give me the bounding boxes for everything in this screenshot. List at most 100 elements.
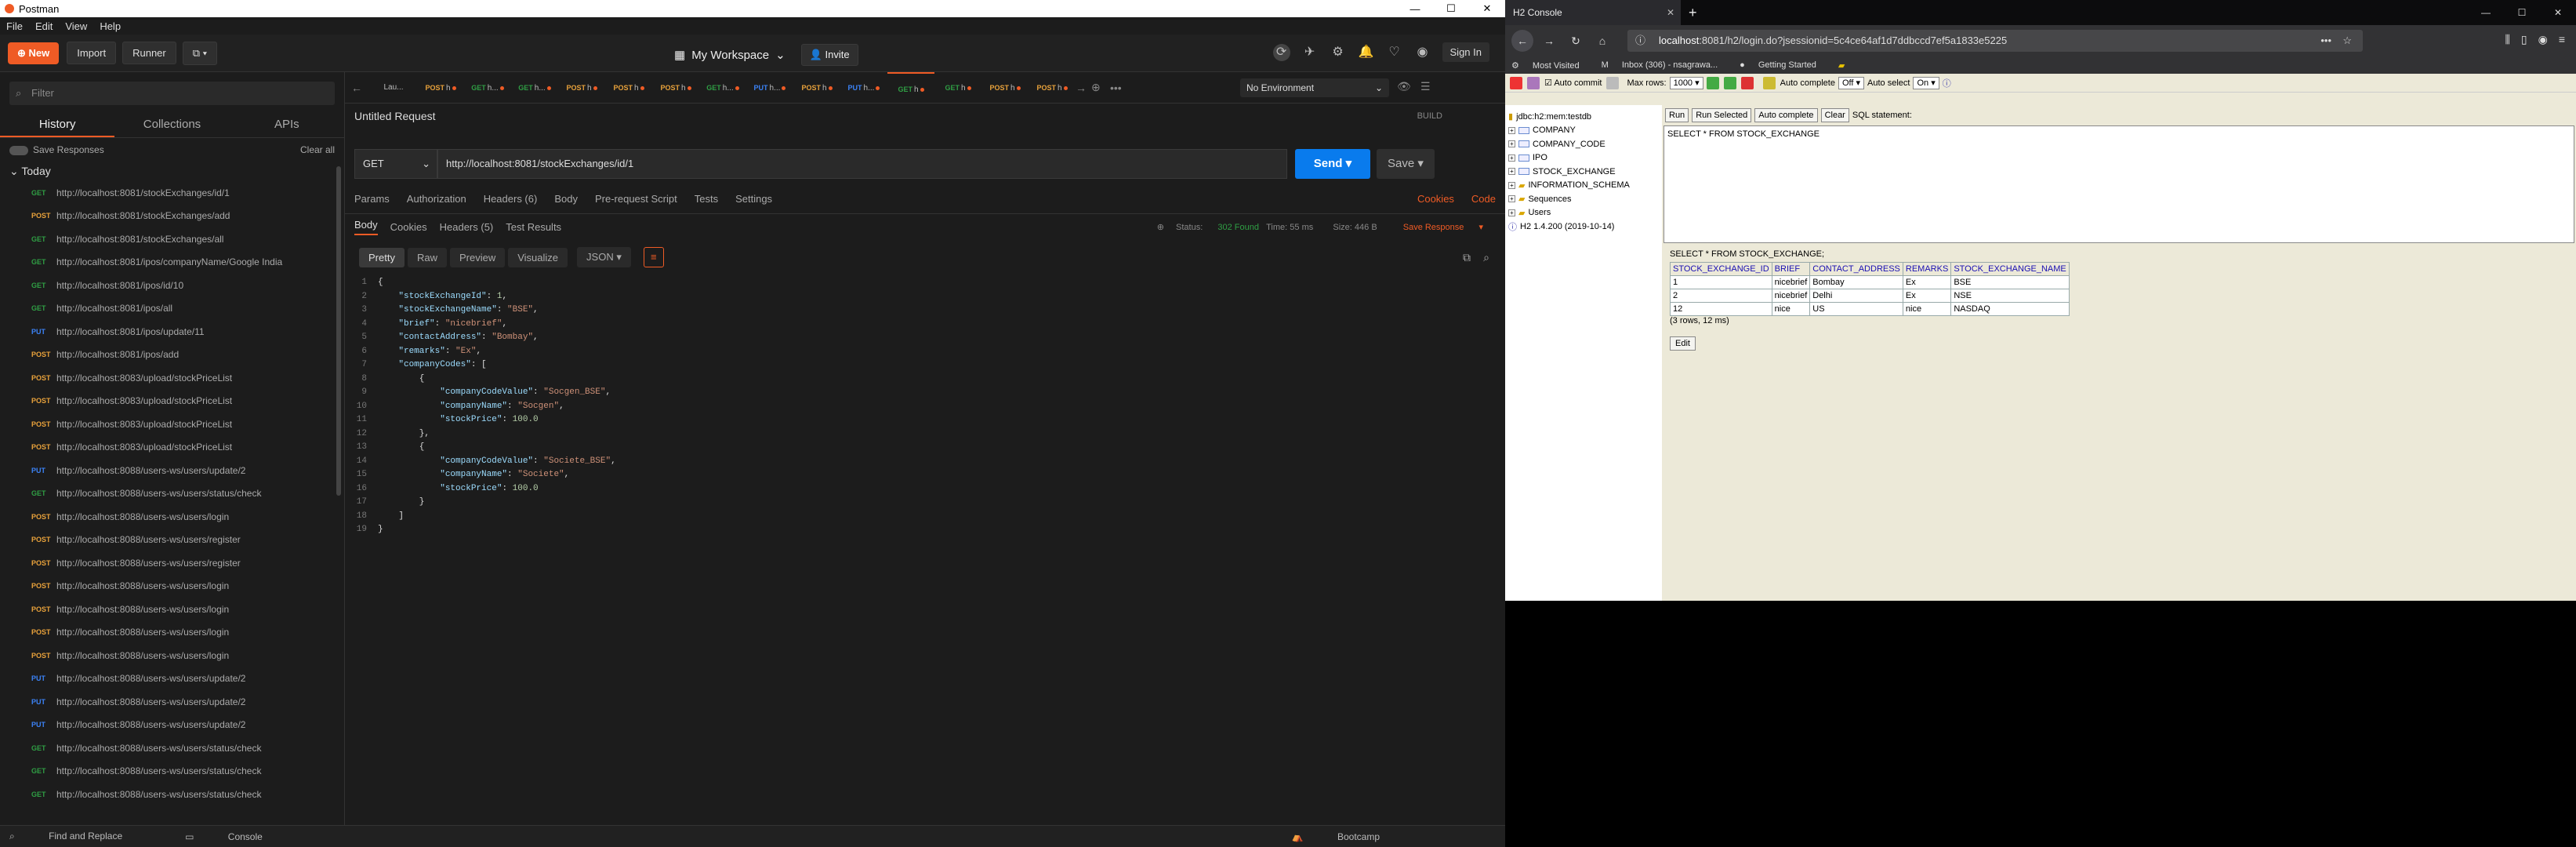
library-icon[interactable]: ⫼ bbox=[2505, 33, 2509, 46]
tab-response-cookies[interactable]: Cookies bbox=[390, 221, 427, 233]
console-button[interactable]: ▭ Console bbox=[185, 831, 294, 842]
tree-item-db[interactable]: ▮ jdbc:h2:mem:testdb bbox=[1508, 110, 1659, 124]
import-button[interactable]: Import bbox=[67, 42, 117, 64]
max-rows-select[interactable]: 1000 ▾ bbox=[1669, 76, 1703, 89]
cookies-link[interactable]: Cookies bbox=[1417, 188, 1454, 210]
bookmark-getting-started[interactable]: ● Getting Started bbox=[1740, 60, 1827, 70]
tree-item-folder[interactable]: + ▰ Sequences bbox=[1508, 192, 1659, 206]
minimize-button[interactable]: — bbox=[1397, 3, 1433, 15]
url-input[interactable]: http://localhost:8081/stockExchanges/id/… bbox=[437, 149, 1287, 179]
tabs-right-arrow-icon[interactable]: → bbox=[1076, 82, 1091, 94]
tab-history[interactable]: History bbox=[0, 111, 115, 137]
profile-icon[interactable]: ◉ bbox=[1414, 44, 1431, 61]
notifications-icon[interactable]: 🔔 bbox=[1358, 44, 1375, 61]
tab-test-results[interactable]: Test Results bbox=[506, 221, 561, 233]
request-tab[interactable]: GET h... bbox=[699, 72, 746, 104]
tabs-left-arrow-icon[interactable]: ← bbox=[351, 82, 370, 94]
tab-response-body[interactable]: Body bbox=[354, 219, 378, 235]
satellite-icon[interactable]: ✈ bbox=[1301, 44, 1319, 61]
history-item[interactable]: POST http://localhost:8088/users-ws/users… bbox=[0, 505, 344, 529]
refresh-icon[interactable] bbox=[1527, 76, 1540, 89]
column-header[interactable]: BRIEF bbox=[1771, 262, 1811, 276]
menu-edit[interactable]: Edit bbox=[29, 20, 59, 32]
environment-settings-icon[interactable]: ☰ bbox=[1420, 80, 1431, 93]
run-icon[interactable] bbox=[1706, 76, 1719, 89]
today-group[interactable]: ⌄ Today bbox=[0, 162, 344, 181]
tab-tests[interactable]: Tests bbox=[695, 188, 718, 210]
request-tab[interactable]: POST h bbox=[652, 72, 699, 104]
request-tab[interactable]: POST h bbox=[417, 72, 464, 104]
save-responses-toggle[interactable]: Save Responses bbox=[9, 144, 104, 155]
send-button[interactable]: Send ▾ bbox=[1295, 149, 1370, 179]
workspace-selector[interactable]: ▦ My Workspace ⌄ 👤 Invite bbox=[674, 44, 858, 66]
request-tab[interactable]: POST h bbox=[558, 72, 605, 104]
auto-complete-select[interactable]: Off ▾ bbox=[1838, 76, 1865, 89]
invite-button[interactable]: 👤 Invite bbox=[800, 44, 858, 66]
tab-collections[interactable]: Collections bbox=[114, 111, 229, 137]
bootcamp-button[interactable]: ⛺ Bootcamp bbox=[1292, 831, 1411, 842]
history-item[interactable]: PUT http://localhost:8088/users-ws/users/… bbox=[0, 690, 344, 714]
copy-icon[interactable]: ⧉ bbox=[1463, 251, 1471, 264]
history-item[interactable]: GET http://localhost:8081/stockExchanges/… bbox=[0, 227, 344, 251]
help-icon[interactable]: ⓘ bbox=[1943, 77, 1951, 89]
request-tab[interactable]: POST h bbox=[605, 72, 652, 104]
history-item[interactable]: POST http://localhost:8088/users-ws/users… bbox=[0, 621, 344, 645]
tab-settings[interactable]: Settings bbox=[735, 188, 772, 210]
tree-item-table[interactable]: + STOCK_EXCHANGE bbox=[1508, 165, 1659, 179]
rollback-icon[interactable] bbox=[1606, 76, 1620, 89]
clear-button[interactable]: Clear bbox=[1820, 108, 1849, 122]
tree-item-info[interactable]: ⓘ H2 1.4.200 (2019-10-14) bbox=[1508, 220, 1659, 234]
menu-icon[interactable]: ≡ bbox=[2559, 33, 2565, 46]
eye-icon[interactable]: 👁 bbox=[1397, 80, 1411, 93]
address-bar[interactable]: ⓘ localhost:8081/h2/login.do?jsessionid=… bbox=[1627, 30, 2363, 52]
back-icon[interactable]: ← bbox=[1511, 30, 1533, 52]
history-item[interactable]: POST http://localhost:8088/users-ws/users… bbox=[0, 529, 344, 552]
save-response-button[interactable]: Save Response bbox=[1403, 223, 1464, 232]
close-button[interactable]: ✕ bbox=[2540, 0, 2576, 25]
more-tabs-icon[interactable]: ••• bbox=[1110, 82, 1129, 94]
tab-response-headers[interactable]: Headers (5) bbox=[440, 221, 494, 233]
close-button[interactable]: ✕ bbox=[1469, 2, 1505, 15]
close-tab-icon[interactable]: ✕ bbox=[1667, 0, 1674, 25]
clear-all-link[interactable]: Clear all bbox=[300, 144, 335, 155]
request-tab[interactable]: GET h bbox=[887, 71, 934, 104]
request-tab[interactable]: POST h bbox=[793, 72, 840, 104]
history-item[interactable]: POST http://localhost:8083/upload/stockPr… bbox=[0, 413, 344, 436]
request-tab[interactable]: GET h bbox=[934, 72, 981, 104]
page-actions-icon[interactable]: ••• bbox=[2320, 30, 2331, 52]
wrap-lines-icon[interactable]: ≡ bbox=[643, 247, 664, 267]
tab-params[interactable]: Params bbox=[354, 188, 390, 210]
auto-complete-button[interactable]: Auto complete bbox=[1754, 108, 1818, 122]
home-icon[interactable]: ⌂ bbox=[1591, 30, 1613, 52]
edit-button[interactable]: Edit bbox=[1670, 336, 1696, 351]
new-button[interactable]: ⊕ New bbox=[8, 42, 60, 64]
search-icon[interactable]: ⌕ bbox=[1483, 251, 1489, 264]
build-label[interactable]: BUILD bbox=[1417, 111, 1442, 121]
history-item[interactable]: GET http://localhost:8081/ipos/all bbox=[0, 297, 344, 321]
request-tab[interactable]: POST h bbox=[981, 72, 1029, 104]
maximize-button[interactable]: ☐ bbox=[1433, 2, 1469, 15]
find-replace-button[interactable]: ⌕ Find and Replace bbox=[9, 831, 154, 842]
auto-commit-checkbox[interactable]: ☑ Auto commit bbox=[1544, 78, 1602, 88]
save-button[interactable]: Save ▾ bbox=[1377, 149, 1435, 179]
history-item[interactable]: GET http://localhost:8081/stockExchanges/… bbox=[0, 181, 344, 205]
history-item[interactable]: POST http://localhost:8088/users-ws/users… bbox=[0, 644, 344, 667]
tree-item-folder[interactable]: + ▰ INFORMATION_SCHEMA bbox=[1508, 179, 1659, 193]
menu-file[interactable]: File bbox=[0, 20, 29, 32]
column-header[interactable]: STOCK_EXCHANGE_ID bbox=[1670, 262, 1772, 276]
format-select[interactable]: JSON ▾ bbox=[577, 247, 631, 267]
column-header[interactable]: REMARKS bbox=[1902, 262, 1952, 276]
menu-view[interactable]: View bbox=[59, 20, 93, 32]
tree-item-table[interactable]: + IPO bbox=[1508, 151, 1659, 165]
stop-icon[interactable] bbox=[1740, 76, 1754, 89]
tree-item-table[interactable]: + COMPANY_CODE bbox=[1508, 137, 1659, 151]
tab-h2-console[interactable]: H2 Console ✕ bbox=[1505, 0, 1681, 25]
run-button[interactable]: Run bbox=[1665, 108, 1689, 122]
tab-body[interactable]: Body bbox=[554, 188, 578, 210]
column-header[interactable]: CONTACT_ADDRESS bbox=[1809, 262, 1903, 276]
history-item[interactable]: POST http://localhost:8088/users-ws/users… bbox=[0, 598, 344, 621]
format-raw[interactable]: Raw bbox=[407, 247, 447, 267]
column-header[interactable]: STOCK_EXCHANGE_NAME bbox=[1950, 262, 2070, 276]
bookmark-star-icon[interactable]: ☆ bbox=[2342, 30, 2352, 52]
history-item[interactable]: GET http://localhost:8088/users-ws/users/… bbox=[0, 783, 344, 806]
